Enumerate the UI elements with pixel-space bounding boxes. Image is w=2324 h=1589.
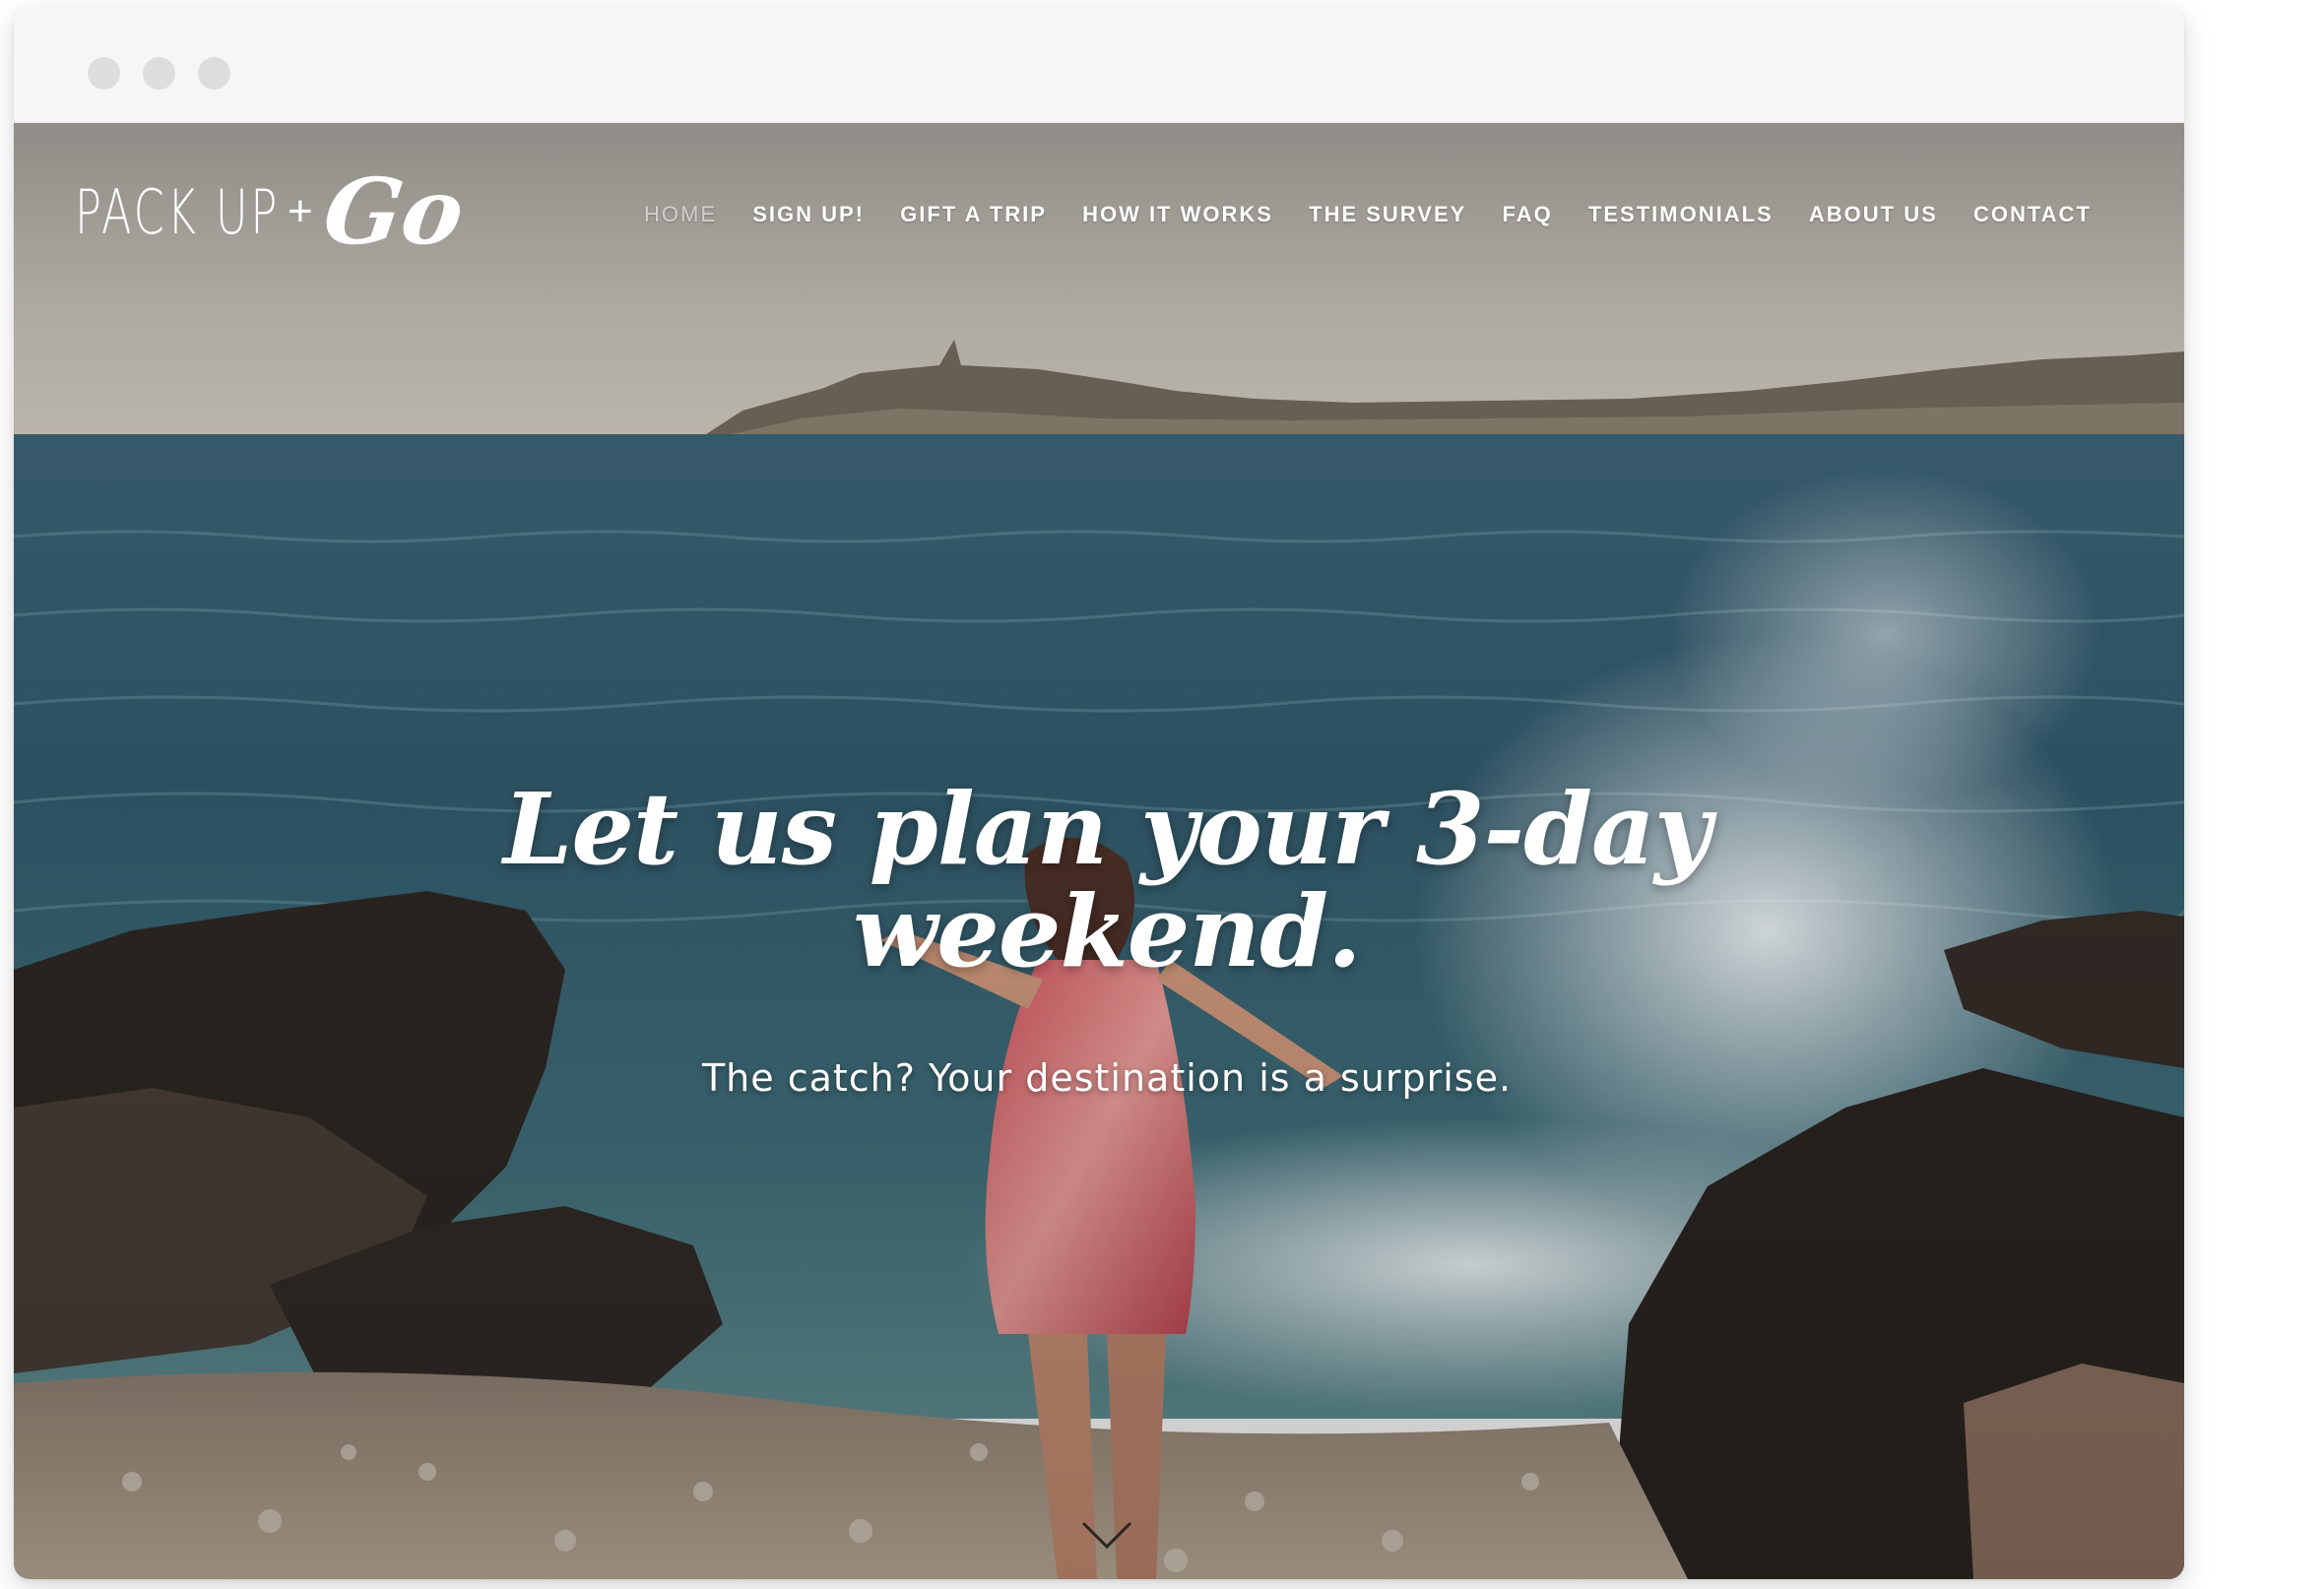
- browser-window: PACK UP + Go HOME SIGN UP! GIFT A TRIP H…: [14, 6, 2184, 1579]
- hero-headline-line-2: weekend.: [853, 873, 1362, 989]
- nav-contact[interactable]: CONTACT: [1973, 202, 2092, 227]
- nav-faq[interactable]: FAQ: [1503, 202, 1553, 227]
- hero-headline-line-1: Let us plan your 3-day: [503, 771, 1711, 887]
- site-logo[interactable]: PACK UP + Go: [75, 159, 470, 265]
- hero-headline: Let us plan your 3-day weekend.: [467, 778, 1747, 983]
- browser-toolbar: [14, 6, 2184, 123]
- nav-about-us[interactable]: ABOUT US: [1809, 202, 1938, 227]
- window-close-dot[interactable]: [88, 57, 120, 90]
- hero-subheadline: The catch? Your destination is a surpris…: [701, 1056, 1513, 1100]
- nav-how-it-works[interactable]: HOW IT WORKS: [1082, 202, 1273, 227]
- nav-sign-up[interactable]: SIGN UP!: [752, 202, 865, 227]
- logo-wordmark: PACK UP: [75, 175, 281, 248]
- nav-the-survey[interactable]: THE SURVEY: [1309, 202, 1466, 227]
- logo-plus: +: [288, 187, 313, 235]
- nav-gift-a-trip[interactable]: GIFT A TRIP: [900, 202, 1047, 227]
- hero-section: PACK UP + Go HOME SIGN UP! GIFT A TRIP H…: [14, 123, 2184, 1579]
- window-zoom-dot[interactable]: [198, 57, 230, 90]
- logo-script: Go: [317, 159, 471, 265]
- nav-home[interactable]: HOME: [644, 202, 717, 227]
- chevron-down-icon[interactable]: [1079, 1519, 1134, 1551]
- window-minimize-dot[interactable]: [143, 57, 175, 90]
- main-navigation: HOME SIGN UP! GIFT A TRIP HOW IT WORKS T…: [644, 202, 2092, 227]
- nav-testimonials[interactable]: TESTIMONIALS: [1588, 202, 1774, 227]
